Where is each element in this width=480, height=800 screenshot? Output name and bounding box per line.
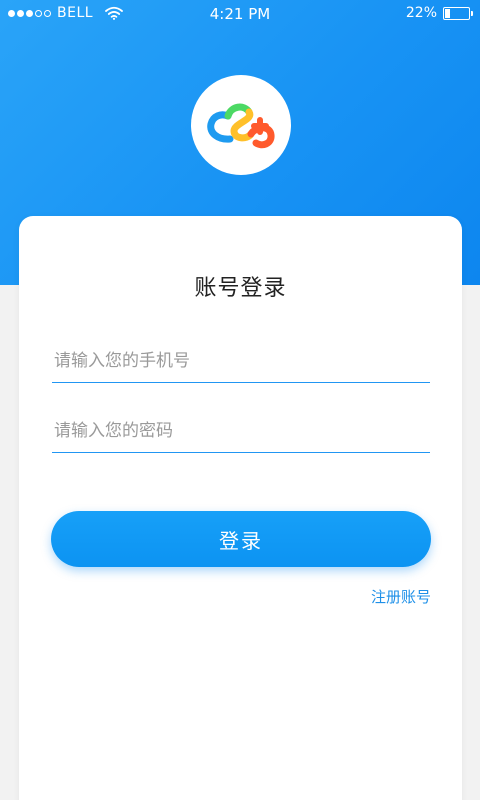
phone-input[interactable] bbox=[52, 339, 430, 383]
password-input[interactable] bbox=[52, 409, 430, 453]
status-bar: BELL 4:21 PM 22% bbox=[0, 0, 480, 28]
battery-percentage: 22% bbox=[405, 5, 437, 21]
login-card: 账号登录 登录 注册账号 bbox=[19, 216, 462, 800]
battery-icon bbox=[443, 6, 473, 20]
register-link[interactable]: 注册账号 bbox=[371, 586, 431, 607]
app-logo bbox=[191, 75, 291, 175]
battery-fill bbox=[445, 8, 450, 18]
page-title: 账号登录 bbox=[194, 276, 287, 301]
login-button[interactable]: 登录 bbox=[51, 511, 431, 567]
cloud-logo-icon bbox=[207, 103, 275, 149]
status-right: 22% bbox=[405, 5, 473, 21]
